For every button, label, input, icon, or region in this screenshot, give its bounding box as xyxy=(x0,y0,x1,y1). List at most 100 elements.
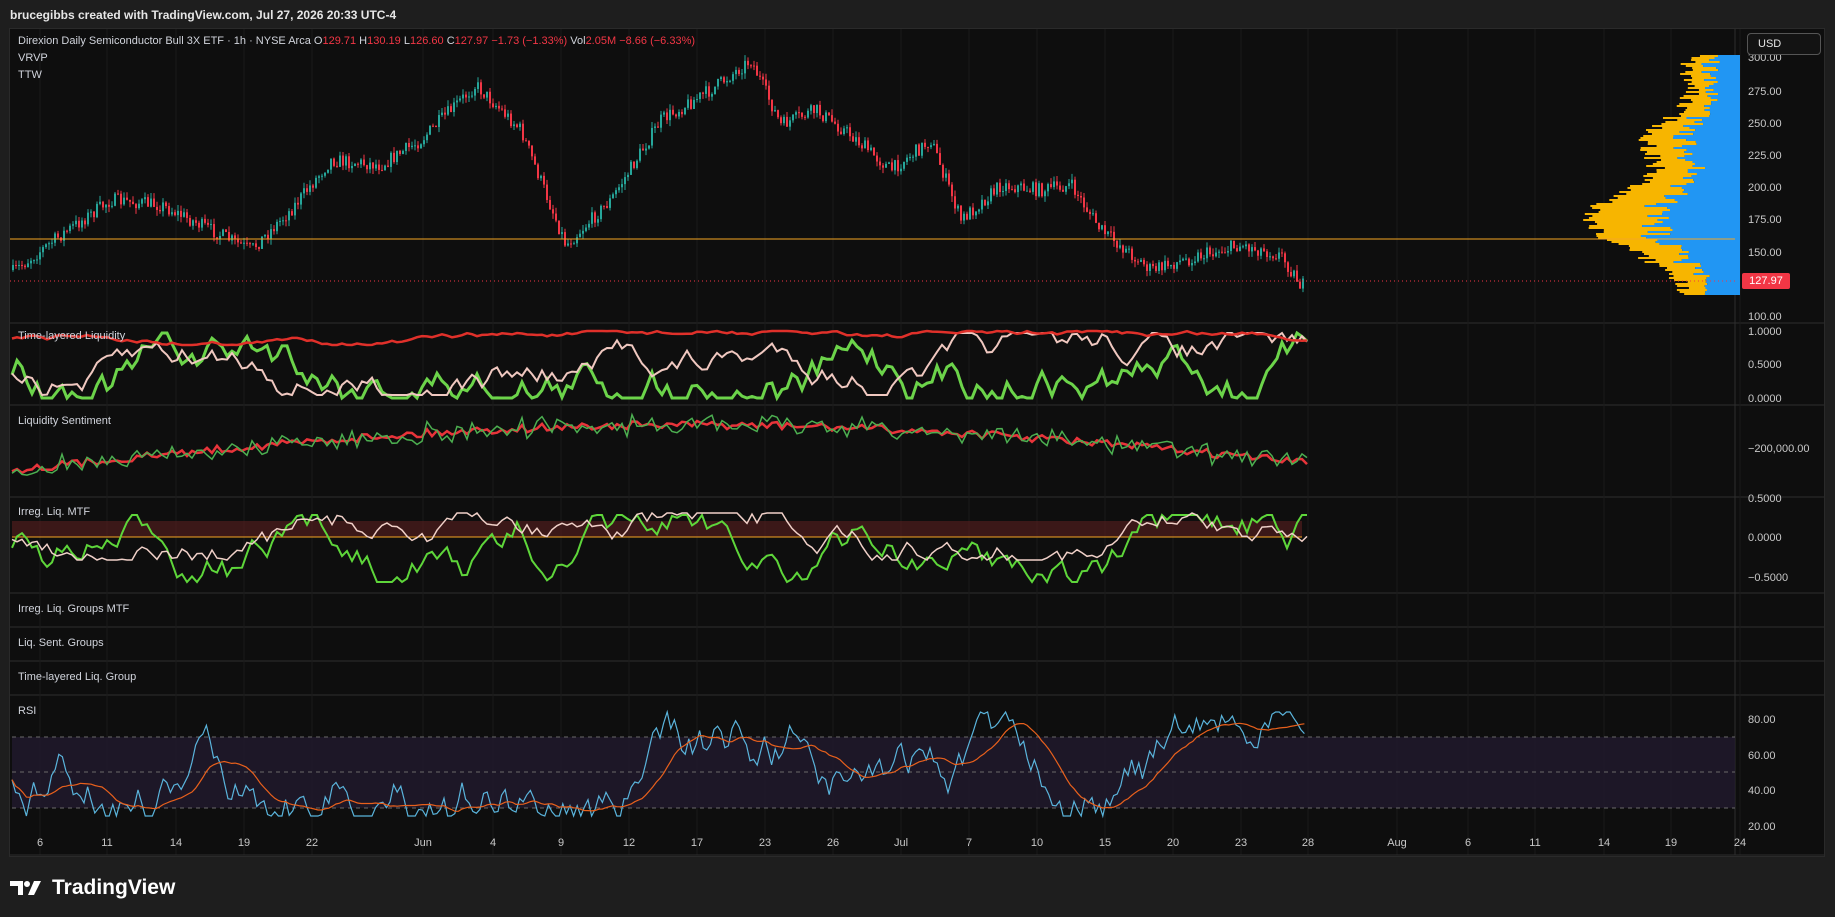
candle-body xyxy=(300,193,302,205)
volume-profile-bar-buy xyxy=(1693,133,1740,135)
candle-body xyxy=(789,120,791,127)
candle-body xyxy=(444,112,446,115)
candle-body xyxy=(957,205,959,209)
volume-profile-bar-buy xyxy=(1709,115,1740,117)
candle-body xyxy=(513,124,515,127)
volume-profile-bar-sell xyxy=(1594,221,1663,223)
volume-profile-bar-buy xyxy=(1679,131,1740,133)
candle-body xyxy=(1029,190,1031,192)
volume-profile-bar-buy xyxy=(1692,165,1740,167)
candle-body xyxy=(489,91,491,104)
volume-profile-bar-sell xyxy=(1626,193,1688,195)
candle-body xyxy=(1080,195,1082,198)
candle-body xyxy=(1281,252,1283,254)
candle-body xyxy=(105,204,107,208)
candle-body xyxy=(981,199,983,210)
candle-body xyxy=(954,196,956,209)
volume-profile-bar-sell xyxy=(1592,207,1668,209)
close-label: C xyxy=(446,35,455,47)
volume-profile-bar-buy xyxy=(1683,177,1740,179)
pane-title-tl-group[interactable]: Time-layered Liq. Group xyxy=(18,671,136,683)
volume-profile-bar-sell xyxy=(1685,109,1705,111)
candle-body xyxy=(552,209,554,214)
candle-body xyxy=(519,123,521,127)
candle-body xyxy=(336,165,338,167)
candle-body xyxy=(828,112,830,116)
candle-body xyxy=(651,127,653,146)
pane-axis-label: 1.0000 xyxy=(1748,326,1782,338)
volume-profile-bar-buy xyxy=(1706,277,1740,279)
candle-body xyxy=(486,91,488,98)
volume-profile-bar-sell xyxy=(1677,285,1705,287)
pane-title-liq-sentiment[interactable]: Liquidity Sentiment xyxy=(18,415,111,427)
candle-body xyxy=(786,116,788,127)
candle-body xyxy=(549,199,551,210)
candle-body xyxy=(450,106,452,112)
candle-body xyxy=(657,126,659,128)
candle-body xyxy=(426,134,428,141)
volume-profile-bar-sell xyxy=(1676,105,1705,107)
volume-profile-bar-sell xyxy=(1617,197,1666,199)
chart-canvas[interactable]: 300.00275.00250.00225.00200.00175.00150.… xyxy=(0,0,1835,917)
pane-axis-label: 20.00 xyxy=(1748,821,1776,833)
candle-body xyxy=(15,265,17,267)
time-axis-label: 23 xyxy=(1235,837,1247,849)
candle-body xyxy=(1011,189,1013,191)
volume-profile-bar-buy xyxy=(1670,185,1740,187)
currency-button[interactable]: USD xyxy=(1747,33,1821,55)
candle-body xyxy=(576,237,578,244)
candle-body xyxy=(381,169,383,171)
axes: 300.00275.00250.00225.00200.00175.00150.… xyxy=(37,52,1810,849)
volume-profile-bar-buy xyxy=(1707,95,1740,97)
pane-title-sent-groups[interactable]: Liq. Sent. Groups xyxy=(18,637,104,649)
candle-body xyxy=(195,220,197,223)
candle-body xyxy=(291,211,293,216)
time-axis-label: 15 xyxy=(1099,837,1111,849)
time-axis-label: Jun xyxy=(414,837,432,849)
overlay-ttw[interactable]: TTW xyxy=(18,69,42,81)
candle-body xyxy=(711,94,713,97)
overlay-vrvp[interactable]: VRVP xyxy=(18,52,48,64)
candle-body xyxy=(54,233,56,243)
candle-body xyxy=(735,69,737,75)
candle-body xyxy=(171,212,173,215)
volume-profile-bar-sell xyxy=(1687,87,1706,89)
pane-title-rsi[interactable]: RSI xyxy=(18,705,36,717)
pane-title-irreg[interactable]: Irreg. Liq. MTF xyxy=(18,506,90,518)
candle-body xyxy=(852,136,854,142)
candle-body xyxy=(1092,213,1094,215)
candle-body xyxy=(726,81,728,83)
candle-body xyxy=(1284,253,1286,263)
volume-profile-bar-buy xyxy=(1709,59,1740,61)
candle-body xyxy=(288,211,290,221)
symbol-legend[interactable]: Direxion Daily Semiconductor Bull 3X ETF… xyxy=(18,35,695,47)
candle-body xyxy=(390,152,392,167)
volume-profile-bar-buy xyxy=(1685,159,1740,161)
candle-body xyxy=(858,137,860,146)
candle-body xyxy=(384,165,386,171)
price-axis-label: 150.00 xyxy=(1748,247,1782,259)
candle-body xyxy=(627,174,629,178)
symbol-name[interactable]: Direxion Daily Semiconductor Bull 3X ETF… xyxy=(18,35,311,47)
pane-title-time-layered[interactable]: Time-layered Liquidity xyxy=(18,330,125,342)
candle-body xyxy=(621,184,623,188)
pane-title-irreg-groups[interactable]: Irreg. Liq. Groups MTF xyxy=(18,603,129,615)
candle-body xyxy=(1272,256,1274,259)
candle-body xyxy=(963,213,965,221)
candle-body xyxy=(456,100,458,103)
time-axis-label: 7 xyxy=(966,837,972,849)
candle-body xyxy=(849,127,851,137)
volume-profile-bar-sell xyxy=(1584,213,1663,215)
candle-body xyxy=(201,218,203,228)
volume-profile-bar-buy xyxy=(1673,147,1740,149)
volume-profile-bar-buy xyxy=(1703,271,1740,273)
candle-body xyxy=(507,113,509,117)
candle-body xyxy=(405,142,407,151)
candle-body xyxy=(1215,252,1217,257)
volume-profile-bar-sell xyxy=(1596,233,1671,235)
candle-body xyxy=(714,86,716,95)
candle-body xyxy=(417,145,419,149)
volume-profile-bar-sell xyxy=(1683,79,1705,81)
price-axis-label: 175.00 xyxy=(1748,214,1782,226)
candle-body xyxy=(939,153,941,165)
